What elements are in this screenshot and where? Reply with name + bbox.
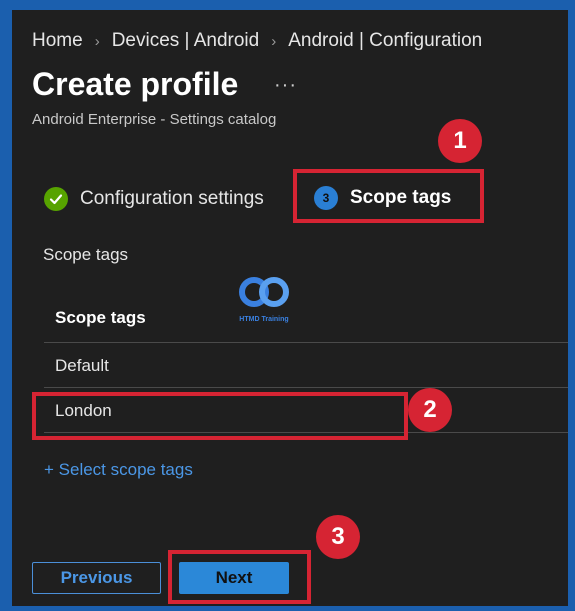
app-frame: Home › Devices | Android › Android | Con… bbox=[12, 10, 568, 606]
chevron-right-icon: › bbox=[271, 32, 277, 50]
htmd-logo: HTMD Training bbox=[234, 275, 294, 323]
breadcrumb-android-configuration[interactable]: Android | Configuration bbox=[288, 30, 482, 52]
divider bbox=[44, 342, 568, 343]
page-subtitle: Android Enterprise - Settings catalog bbox=[32, 111, 277, 128]
select-scope-tags-link[interactable]: + Select scope tags bbox=[44, 460, 193, 480]
annotation-badge-1: 1 bbox=[438, 119, 482, 163]
step-label: Configuration settings bbox=[80, 188, 264, 209]
annotation-box-scope-tags bbox=[293, 169, 484, 223]
section-label: Scope tags bbox=[43, 245, 129, 264]
table-row: Default bbox=[55, 356, 109, 375]
step-configuration-settings[interactable]: Configuration settings bbox=[44, 187, 264, 211]
divider bbox=[44, 387, 568, 388]
chevron-right-icon: › bbox=[94, 32, 100, 50]
more-options-icon[interactable]: ··· bbox=[274, 74, 297, 97]
breadcrumb-home[interactable]: Home bbox=[32, 30, 83, 52]
logo-text: HTMD Training bbox=[239, 316, 289, 323]
annotation-badge-2: 2 bbox=[408, 388, 452, 432]
page-title: Create profile bbox=[32, 66, 239, 102]
breadcrumb: Home › Devices | Android › Android | Con… bbox=[32, 30, 482, 52]
annotation-badge-3: 3 bbox=[316, 515, 360, 559]
breadcrumb-devices-android[interactable]: Devices | Android bbox=[112, 30, 260, 52]
annotation-box-london bbox=[32, 392, 408, 440]
previous-button[interactable]: Previous bbox=[32, 562, 161, 594]
annotation-box-next bbox=[168, 550, 311, 604]
table-header: Scope tags bbox=[55, 308, 146, 327]
check-icon bbox=[44, 187, 68, 211]
